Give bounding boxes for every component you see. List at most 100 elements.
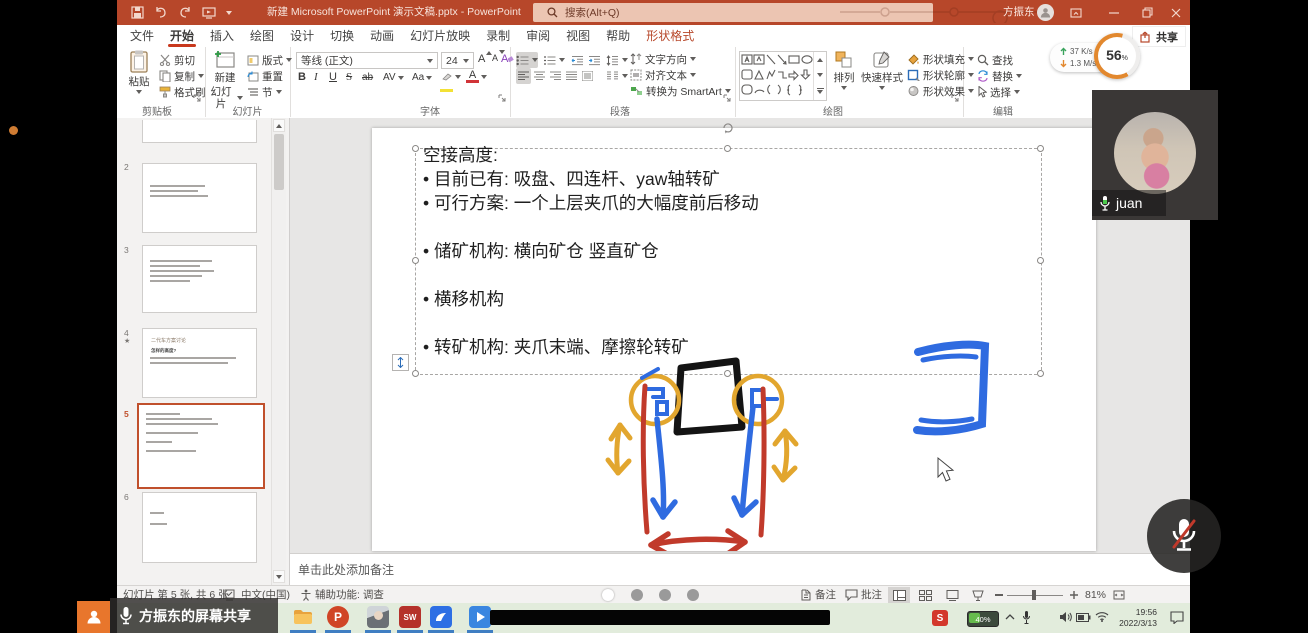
screen-share-banner[interactable]: 方振东的屏幕共享: [110, 598, 278, 633]
solidworks-icon[interactable]: SW: [399, 606, 421, 628]
undo-icon[interactable]: [154, 6, 168, 19]
mute-toggle-button[interactable]: [1147, 499, 1221, 573]
file-explorer-icon[interactable]: [292, 606, 314, 628]
dialog-launcher-icon[interactable]: [723, 94, 732, 103]
align-right-button[interactable]: [550, 68, 561, 84]
reset-button[interactable]: 重置: [247, 68, 283, 84]
section-button[interactable]: 节: [247, 84, 282, 100]
shape-gallery-scroll[interactable]: [813, 52, 826, 100]
photo-app-icon[interactable]: [367, 606, 389, 628]
ribbon-tab[interactable]: 设计: [282, 25, 322, 47]
grow-font-button[interactable]: A: [478, 53, 492, 65]
numbering-button[interactable]: [543, 52, 565, 68]
change-case-button[interactable]: Aa: [412, 72, 432, 83]
thumbnail-slide-6[interactable]: [142, 492, 257, 563]
text-direction-button[interactable]: 文字方向: [630, 51, 696, 67]
find-button[interactable]: 查找: [977, 52, 1013, 68]
video-player-icon[interactable]: [469, 606, 491, 628]
convert-smartart-button[interactable]: 转换为 SmartArt: [630, 83, 731, 99]
view-sorter-button[interactable]: [914, 587, 936, 603]
notes-toggle-button[interactable]: 备注: [815, 586, 836, 604]
ribbon-tab[interactable]: 视图: [558, 25, 598, 47]
strike-ab-button[interactable]: ab: [362, 72, 373, 83]
redo-icon[interactable]: [178, 6, 192, 19]
paste-button[interactable]: 粘贴: [121, 50, 157, 94]
select-button[interactable]: 选择: [977, 84, 1020, 100]
layout-button[interactable]: 版式: [247, 52, 292, 68]
font-size-combo[interactable]: 24: [441, 52, 474, 69]
meeting-app-icon[interactable]: [430, 606, 452, 628]
qat-more-icon[interactable]: [226, 11, 232, 15]
ribbon-tab[interactable]: 插入: [202, 25, 242, 47]
tray-volume-icon[interactable]: [1059, 611, 1072, 623]
scrollbar-down-button[interactable]: [273, 570, 285, 583]
start-slideshow-icon[interactable]: [202, 6, 216, 19]
decrease-indent-button[interactable]: [571, 52, 584, 68]
ribbon-tab[interactable]: 文件: [122, 25, 162, 47]
columns-button[interactable]: [606, 68, 628, 84]
align-text-button[interactable]: 对齐文本: [630, 67, 696, 83]
tray-expand-icon[interactable]: [1005, 613, 1015, 621]
replace-button[interactable]: 替换: [977, 68, 1022, 84]
share-indicator-app-icon[interactable]: [77, 601, 110, 633]
copy-button[interactable]: 复制: [159, 68, 204, 84]
distribute-button[interactable]: [582, 68, 593, 84]
justify-button[interactable]: [566, 68, 577, 84]
strikethrough-button[interactable]: S: [346, 71, 352, 83]
participant-video-tile[interactable]: juan: [1092, 90, 1218, 220]
scrollbar-up-button[interactable]: [273, 119, 285, 132]
align-center-button[interactable]: [534, 68, 545, 84]
meeting-dot-2[interactable]: [631, 589, 643, 601]
tray-clock[interactable]: 19:56 2022/3/13: [1113, 607, 1157, 629]
line-spacing-button[interactable]: [606, 52, 628, 68]
shape-gallery[interactable]: [739, 51, 827, 101]
new-slide-button[interactable]: 新建 幻灯片: [207, 50, 243, 110]
fit-to-window-icon[interactable]: [1113, 589, 1125, 601]
ribbon-tab[interactable]: 录制: [478, 25, 518, 47]
view-normal-button[interactable]: [888, 587, 910, 603]
notes-pane[interactable]: 单击此处添加备注: [290, 553, 1190, 586]
view-reading-button[interactable]: [941, 587, 963, 603]
close-button[interactable]: [1162, 0, 1190, 25]
thumbnail-slide-1[interactable]: [142, 120, 257, 143]
increase-indent-button[interactable]: [588, 52, 601, 68]
account-avatar[interactable]: [1037, 4, 1054, 21]
thumbnail-slide-5-selected[interactable]: [137, 403, 265, 489]
thumbnail-scrollbar[interactable]: [271, 118, 286, 585]
thumbnail-slide-2[interactable]: [142, 163, 257, 233]
action-center-icon[interactable]: [1170, 611, 1184, 624]
bullets-button[interactable]: [516, 52, 538, 68]
font-color-button[interactable]: A: [466, 70, 487, 83]
thumbnail-slide-3[interactable]: [142, 245, 257, 313]
dialog-launcher-icon[interactable]: [498, 94, 507, 103]
share-button[interactable]: 共享: [1132, 26, 1186, 47]
zoom-percentage[interactable]: 81%: [1085, 586, 1106, 604]
view-slideshow-button[interactable]: [967, 587, 989, 603]
sogou-input-icon[interactable]: S: [932, 610, 948, 626]
save-icon[interactable]: [131, 6, 144, 19]
ribbon-tab[interactable]: 切换: [322, 25, 362, 47]
character-spacing-button[interactable]: AV: [383, 72, 404, 83]
thumbnail-slide-4[interactable]: 二代车方案讨论 怎样的高度?: [142, 328, 257, 398]
highlight-color-button[interactable]: [440, 70, 461, 92]
tray-microphone-icon[interactable]: [1022, 610, 1031, 625]
ribbon-tab[interactable]: 绘图: [242, 25, 282, 47]
underline-button[interactable]: U: [329, 71, 337, 83]
bold-button[interactable]: B: [298, 71, 306, 83]
restore-button[interactable]: [1133, 0, 1161, 25]
accessibility-icon[interactable]: [300, 589, 312, 601]
tray-battery-icon[interactable]: [1076, 613, 1091, 622]
meeting-dot-4[interactable]: [687, 589, 699, 601]
ribbon-tab[interactable]: 帮助: [598, 25, 638, 47]
powerpoint-taskbar-icon[interactable]: P: [327, 606, 349, 628]
accessibility-status[interactable]: 辅助功能: 调查: [315, 586, 384, 604]
ribbon-tab[interactable]: 审阅: [518, 25, 558, 47]
cut-button[interactable]: 剪切: [159, 52, 195, 68]
minimize-button[interactable]: [1100, 0, 1128, 25]
font-family-combo[interactable]: 等线 (正文): [296, 52, 438, 69]
dialog-launcher-icon[interactable]: [951, 94, 960, 103]
meeting-dot-3[interactable]: [659, 589, 671, 601]
quick-styles-button[interactable]: 快速样式: [861, 50, 903, 90]
ribbon-tab[interactable]: 开始: [162, 25, 202, 47]
ribbon-tab[interactable]: 动画: [362, 25, 402, 47]
